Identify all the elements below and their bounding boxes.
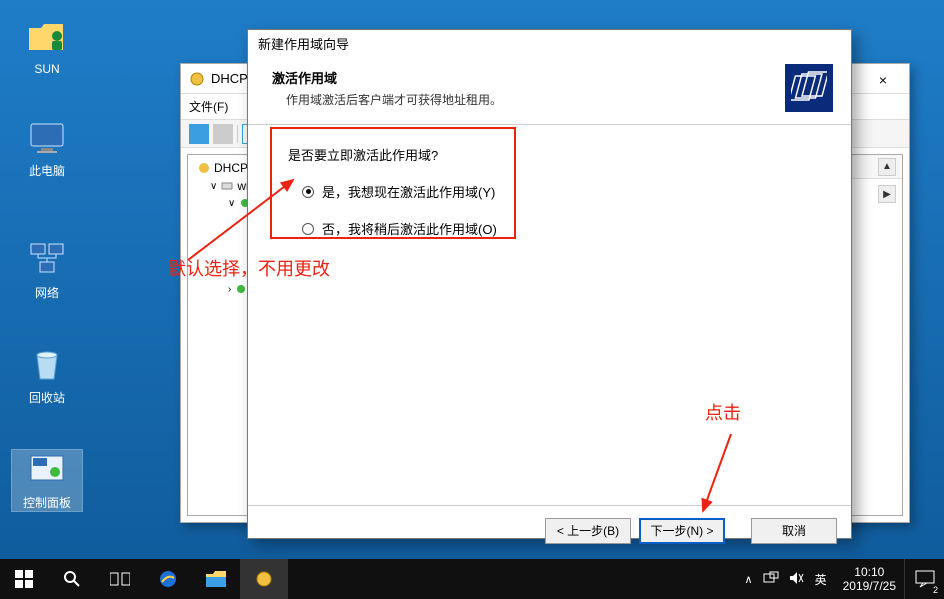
desktop-icon-controlpanel[interactable]: 控制面板 <box>12 450 82 511</box>
toolbar-back-icon[interactable] <box>189 124 209 144</box>
tray-network-icon[interactable] <box>763 571 779 588</box>
task-view-button[interactable] <box>96 559 144 599</box>
tray-chevron-icon[interactable]: ∧ <box>745 573 753 586</box>
radio-no-label: 否，我将稍后激活此作用域(O) <box>322 219 497 238</box>
annotation-click-text: 点击 <box>705 399 741 425</box>
window-close-button[interactable]: × <box>863 70 903 90</box>
control-panel-icon <box>27 450 67 490</box>
radio-yes[interactable] <box>302 186 314 198</box>
taskbar-dhcp-running[interactable] <box>240 559 288 599</box>
desktop-icon-label: 此电脑 <box>12 162 82 179</box>
panel-right-button[interactable]: ▶ <box>878 185 896 203</box>
menu-file[interactable]: 文件(F) <box>189 98 228 115</box>
wizard-banner-icon <box>785 64 833 112</box>
wizard-subheading: 作用域激活后客户端才可获得地址租用。 <box>272 91 502 108</box>
annotation-default-text: 默认选择，不用更改 <box>168 255 330 281</box>
clock-date: 2019/7/25 <box>843 579 896 593</box>
desktop-icon-label: SUN <box>12 62 82 76</box>
system-tray: ∧ 英 <box>737 571 835 588</box>
radio-yes-row[interactable]: 是，我想现在激活此作用域(Y) <box>302 182 821 201</box>
wizard-title-text: 新建作用域向导 <box>258 34 349 53</box>
desktop-icon-label: 回收站 <box>12 389 82 406</box>
folder-user-icon <box>27 18 67 58</box>
desktop: SUN 此电脑 网络 回收站 控制面板 × DHCP <box>0 0 944 599</box>
tray-ime[interactable]: 英 <box>815 571 827 588</box>
taskbar-explorer[interactable] <box>192 559 240 599</box>
back-button[interactable]: < 上一步(B) <box>545 518 631 544</box>
desktop-icon-recyclebin[interactable]: 回收站 <box>12 345 82 406</box>
desktop-icon-thispc[interactable]: 此电脑 <box>12 118 82 179</box>
tray-volume-icon[interactable] <box>789 571 805 588</box>
wizard-header: 激活作用域 作用域激活后客户端才可获得地址租用。 <box>248 56 851 125</box>
start-button[interactable] <box>0 559 48 599</box>
action-center-button[interactable]: 2 <box>904 559 944 599</box>
new-scope-wizard-dialog: 新建作用域向导 激活作用域 作用域激活后客户端才可获得地址租用。 是否要立即激活… <box>247 29 852 539</box>
wizard-question: 是否要立即激活此作用域? <box>288 145 821 164</box>
desktop-icon-label: 网络 <box>12 284 82 301</box>
wizard-heading: 激活作用域 <box>272 68 502 87</box>
dhcp-app-icon <box>189 71 205 87</box>
recycle-bin-icon <box>27 345 67 385</box>
clock-time: 10:10 <box>843 565 896 579</box>
desktop-icon-folder[interactable]: SUN <box>12 18 82 76</box>
monitor-icon <box>27 118 67 158</box>
desktop-icon-label: 控制面板 <box>12 494 82 511</box>
next-button[interactable]: 下一步(N) > <box>639 518 725 544</box>
notif-count-badge: 2 <box>933 585 938 595</box>
radio-no-row[interactable]: 否，我将稍后激活此作用域(O) <box>302 219 821 238</box>
dhcp-title-text: DHCP <box>211 71 248 86</box>
cancel-button[interactable]: 取消 <box>751 518 837 544</box>
taskbar-clock[interactable]: 10:10 2019/7/25 <box>835 565 904 594</box>
toolbar-fwd-icon[interactable] <box>213 124 233 144</box>
wizard-body: 是否要立即激活此作用域? 是，我想现在激活此作用域(Y) 否，我将稍后激活此作用… <box>248 125 851 505</box>
network-icon <box>27 240 67 280</box>
radio-yes-label: 是，我想现在激活此作用域(Y) <box>322 182 495 201</box>
desktop-icon-network[interactable]: 网络 <box>12 240 82 301</box>
radio-no[interactable] <box>302 223 314 235</box>
search-button[interactable] <box>48 559 96 599</box>
taskbar-ie[interactable] <box>144 559 192 599</box>
panel-up-button[interactable]: ▲ <box>878 158 896 176</box>
wizard-titlebar: 新建作用域向导 <box>248 30 851 56</box>
wizard-footer: < 上一步(B) 下一步(N) > 取消 <box>248 505 851 555</box>
taskbar: ∧ 英 10:10 2019/7/25 2 <box>0 559 944 599</box>
